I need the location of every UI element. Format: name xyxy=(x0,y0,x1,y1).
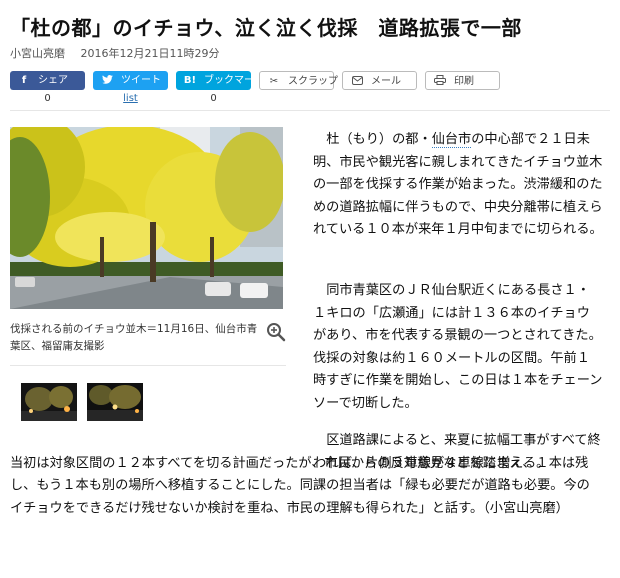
facebook-icon: f xyxy=(21,75,27,86)
twitter-bird-icon xyxy=(99,71,115,90)
sendai-city-keyword-link[interactable]: 仙台市 xyxy=(431,132,472,148)
author-name: 小宮山亮磨 xyxy=(10,47,65,60)
article-paragraph-1: 杜（もり）の都・仙台市の中心部で２１日未明、市民や観光客に親しまれてきたイチョウ… xyxy=(313,129,603,242)
mail-label: メール xyxy=(371,76,401,87)
paragraph-1-lead: 杜（もり）の都・ xyxy=(326,132,432,147)
photo-caption: 伐採される前のイチョウ並木＝11月16日、仙台市青葉区、福留庸友撮影 xyxy=(10,323,258,352)
hatena-bookmark-button[interactable]: B! ブックマーク xyxy=(176,71,264,90)
caption-divider xyxy=(10,365,286,366)
article-photo-ginkgo-avenue[interactable] xyxy=(10,127,283,309)
article-title: 「杜の都」のイチョウ、泣く泣く伐採 道路拡張で一部 xyxy=(10,16,522,40)
facebook-share-label: シェア xyxy=(38,75,68,86)
article-paragraph-2: 同市青葉区のＪＲ仙台駅近くにある長さ１・１キロの「広瀬通」には計１３６本のイチョ… xyxy=(313,283,603,411)
print-button[interactable]: 印刷 xyxy=(425,71,500,90)
gallery-thumbnail-2[interactable] xyxy=(87,383,143,421)
twitter-tweet-label: ツイート xyxy=(121,75,161,86)
mail-icon xyxy=(349,72,365,91)
hatena-b-icon: B! xyxy=(183,75,197,86)
share-bar: f シェア 0 ツイート list B! ブックマーク 0 ✂ スクラップ メール 印… xyxy=(10,71,610,107)
hatena-bookmark-label: ブックマーク xyxy=(204,75,264,86)
print-label: 印刷 xyxy=(454,76,474,87)
printer-icon xyxy=(432,72,448,91)
twitter-list-link[interactable]: list xyxy=(93,93,168,104)
twitter-tweet-button[interactable]: ツイート xyxy=(93,71,168,90)
byline: 小宮山亮磨 2016年12月21日11時29分 xyxy=(10,45,231,61)
mail-button[interactable]: メール xyxy=(342,71,417,90)
gallery-thumbnail-1[interactable] xyxy=(21,383,77,421)
publish-date: 2016年12月21日11時29分 xyxy=(80,47,220,60)
scissors-icon: ✂ xyxy=(269,76,279,87)
article-paragraph-3-continued: 当初は対象区間の１２本すべてを切る計画だったが、市民からの反対意見などを踏まえ、… xyxy=(10,455,590,516)
header-divider xyxy=(10,110,610,111)
scrap-label: スクラップ xyxy=(288,76,338,87)
zoom-in-icon[interactable] xyxy=(266,322,286,342)
facebook-share-button[interactable]: f シェア xyxy=(10,71,85,90)
hatena-bookmark-count: 0 xyxy=(210,93,217,104)
scrap-button[interactable]: ✂ スクラップ xyxy=(259,71,338,90)
facebook-share-count: 0 xyxy=(44,93,51,104)
